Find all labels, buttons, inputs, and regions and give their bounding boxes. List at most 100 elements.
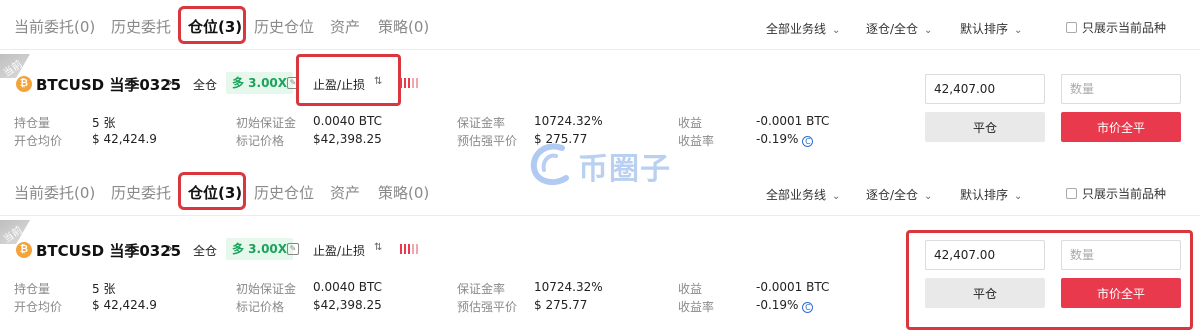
margin-mode-dropdown[interactable]: 逐仓/全仓 ⌄ [866,20,932,37]
contract-symbol[interactable]: BTCUSD 当季0325 [36,74,181,95]
pnl-value: -0.0001 BTC [756,114,830,128]
close-quantity-input[interactable] [1061,74,1181,104]
est-liq-value: $ 275.77 [534,298,588,312]
business-line-dropdown[interactable]: 全部业务线 ⌄ [766,186,840,203]
pnl-rate-number: -0.19% [756,132,799,146]
est-liq-label: 预估强平价 [457,134,518,148]
avg-open-label: 开仓均价 [14,134,63,148]
margin-mode-label: 逐仓/全仓 [866,22,919,36]
business-line-label: 全部业务线 [766,188,827,202]
business-line-label: 全部业务线 [766,22,827,36]
tab-position-history[interactable]: 历史仓位 [254,16,314,37]
avg-open-value: $ 42,424.9 [92,298,157,312]
only-current-label: 只展示当前品种 [1082,187,1167,201]
pnl-value: -0.0001 BTC [756,280,830,294]
margin-mode-dropdown[interactable]: 逐仓/全仓 ⌄ [866,186,932,203]
margin-ratio-label: 保证金率 [457,282,506,296]
bitcoin-icon: ₿ [16,242,32,258]
sort-label: 默认排序 [960,188,1009,202]
market-close-all-button[interactable]: 市价全平 [1061,112,1181,142]
sort-dropdown[interactable]: 默认排序 ⌄ [960,20,1022,37]
share-icon[interactable]: C [802,302,814,313]
mark-price-value: $42,398.25 [313,132,382,146]
close-position-button[interactable]: 平仓 [925,112,1045,142]
only-current-checkbox[interactable]: 只展示当前品种 [1066,185,1166,202]
contract-symbol[interactable]: BTCUSD 当季0325 [36,240,181,261]
positions-tab-highlight-box [178,6,246,44]
only-current-checkbox[interactable]: 只展示当前品种 [1066,19,1166,36]
init-margin-value: 0.0040 BTC [313,114,383,128]
margin-ratio-value: 10724.32% [534,280,603,294]
tpsl-highlight-box [296,54,401,106]
chevron-right-icon[interactable]: › [167,73,173,91]
tab-assets[interactable]: 资产 [330,16,360,37]
risk-bar [416,78,418,88]
margin-mode-label: 逐仓/全仓 [866,188,919,202]
tab-order-history[interactable]: 历史委托 [111,182,171,203]
holdings-value: 5 张 [92,116,116,130]
edit-leverage-icon[interactable]: ✎ [287,243,299,255]
margin-ratio-label: 保证金率 [457,116,506,130]
init-margin-label: 初始保证金 [236,282,297,296]
watermark-text: 币圈子 [578,152,671,187]
margin-ratio-value: 10724.32% [534,114,603,128]
risk-level-bars [400,78,420,88]
close-price-input[interactable] [925,74,1045,104]
tpsl-button[interactable]: 止盈/止损 [313,242,365,259]
margin-type-label: 全仓 [193,78,218,92]
leverage-badge: 多 3.00X [226,238,294,260]
business-line-dropdown[interactable]: 全部业务线 ⌄ [766,20,840,37]
risk-bar [412,78,414,88]
pnl-rate-label: 收益率 [678,300,715,314]
tab-position-history[interactable]: 历史仓位 [254,182,314,203]
swap-icon[interactable]: ⇅ [374,242,382,253]
pnl-rate-value: -0.19% C [756,132,814,147]
share-icon[interactable]: C [802,136,814,147]
chevron-down-icon: ⌄ [1014,191,1023,202]
chevron-right-icon[interactable]: › [167,239,173,257]
risk-bar [416,244,418,254]
positions-tab-highlight-box [178,172,246,210]
holdings-label: 持仓量 [14,282,51,296]
holdings-value: 5 张 [92,282,116,296]
sort-dropdown[interactable]: 默认排序 ⌄ [960,186,1022,203]
watermark: 币圈子 [528,136,688,192]
chevron-down-icon: ⌄ [1014,25,1023,36]
close-actions-highlight-box [906,230,1193,330]
chevron-down-icon: ⌄ [924,25,933,36]
mark-price-label: 标记价格 [236,134,285,148]
risk-bar [404,78,406,88]
tab-strategies[interactable]: 策略(0) [378,16,429,37]
checkbox-icon [1066,22,1077,33]
risk-bar [412,244,414,254]
risk-bar [408,78,410,88]
est-liq-label: 预估强平价 [457,300,518,314]
sort-label: 默认排序 [960,22,1009,36]
risk-bar [400,244,402,254]
tab-assets[interactable]: 资产 [330,182,360,203]
holdings-label: 持仓量 [14,116,51,130]
mark-price-value: $42,398.25 [313,298,382,312]
margin-type-label: 全仓 [193,244,218,258]
pnl-label: 收益 [678,282,703,296]
init-margin-value: 0.0040 BTC [313,280,383,294]
tab-order-history[interactable]: 历史委托 [111,16,171,37]
chevron-down-icon: ⌄ [832,25,841,36]
risk-bar [400,78,402,88]
risk-bar [404,244,406,254]
pnl-rate-number: -0.19% [756,298,799,312]
leverage-badge: 多 3.00X [226,72,294,94]
avg-open-value: $ 42,424.9 [92,132,157,146]
tab-bar: 当前委托(0) 历史委托 仓位(3) 历史仓位 资产 策略(0) 全部业务线 ⌄ … [0,0,1200,50]
pnl-label: 收益 [678,116,703,130]
bitcoin-icon: ₿ [16,76,32,92]
tab-current-orders[interactable]: 当前委托(0) [14,182,95,203]
init-margin-label: 初始保证金 [236,116,297,130]
tab-strategies[interactable]: 策略(0) [378,182,429,203]
chevron-down-icon: ⌄ [924,191,933,202]
risk-level-bars [400,244,420,254]
chevron-down-icon: ⌄ [832,191,841,202]
risk-bar [408,244,410,254]
mark-price-label: 标记价格 [236,300,285,314]
tab-current-orders[interactable]: 当前委托(0) [14,16,95,37]
